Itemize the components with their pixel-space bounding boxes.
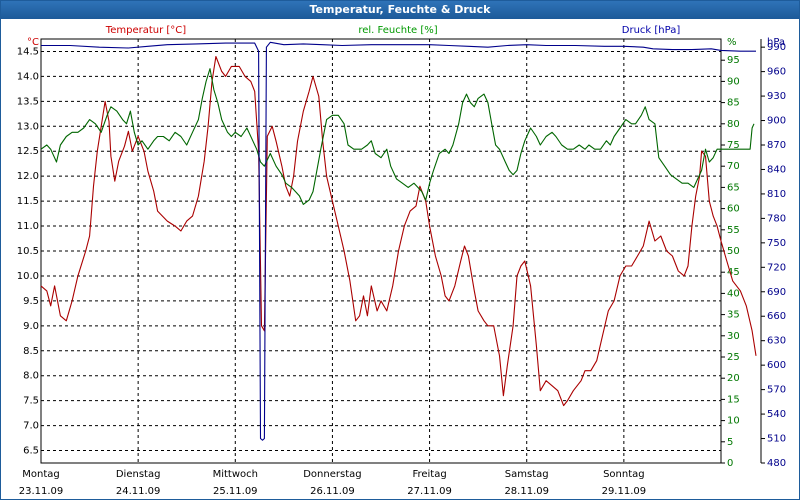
series-heading: Druck [hPa] [622, 25, 681, 36]
x-day-label: Montag [22, 469, 59, 480]
y-humidity-tick-label: 30 [727, 331, 740, 342]
y-humidity-tick-label: 90 [727, 76, 740, 87]
y-humidity-tick-label: 65 [727, 182, 740, 193]
x-date-label: 24.11.09 [116, 486, 161, 497]
y-left-tick-label: 7.5 [23, 396, 39, 407]
y-left-tick-label: 14.5 [17, 46, 39, 57]
y-humidity-tick-label: 5 [727, 437, 733, 448]
y-pressure-tick-label: 480 [767, 458, 786, 469]
y-left-tick-label: 11.0 [17, 221, 39, 232]
y-humidity-tick-label: 70 [727, 161, 740, 172]
x-date-label: 29.11.09 [602, 486, 647, 497]
y-pressure-tick-label: 510 [767, 434, 786, 445]
y-pressure-tick-label: 840 [767, 164, 786, 175]
chart-window: Temperatur, Feuchte & Druck 6.5 7.0 7.5 8.0… [0, 0, 800, 500]
y-humidity-tick-label: 55 [727, 225, 740, 236]
y-pressure-tick-label: 750 [767, 238, 786, 249]
series-heading: Temperatur [°C] [105, 25, 186, 36]
y-humidity-tick-label: 15 [727, 394, 740, 405]
y-left-tick-label: 11.5 [17, 196, 39, 207]
series-line-2 [41, 41, 756, 441]
x-date-label: 26.11.09 [310, 486, 355, 497]
chart-canvas: 6.5 7.0 7.5 8.0 8.5 9.0 9.5 10.0 10.5 11.0 11.5 12.… [17, 25, 786, 497]
x-day-label: Mittwoch [213, 469, 258, 480]
y-pressure-tick-label: 780 [767, 213, 786, 224]
y-humidity-tick-label: 85 [727, 98, 740, 109]
x-day-label: Donnerstag [303, 469, 361, 480]
y-pressure-tick-label: 540 [767, 409, 786, 420]
y-left-tick-label: 8.5 [23, 346, 39, 357]
y-left-tick-label: 10.5 [17, 246, 39, 257]
x-day-label: Freitag [412, 469, 446, 480]
y-pressure-tick-label: 930 [767, 91, 786, 102]
series-line-0 [40, 55, 757, 407]
y-humidity-tick-label: 25 [727, 352, 740, 363]
y-pressure-tick-label: 870 [767, 140, 786, 151]
y-pressure-tick-label: 570 [767, 385, 786, 396]
y-left-tick-label: 13.5 [17, 96, 39, 107]
y-left-tick-label: 13.0 [17, 121, 39, 132]
y-left-tick-label: 12.5 [17, 146, 39, 157]
y-pressure-tick-label: 900 [767, 116, 786, 127]
y-left-tick-label: 8.0 [23, 371, 39, 382]
y-left-tick-label: 9.0 [23, 321, 39, 332]
y-pressure-tick-label: 810 [767, 189, 786, 200]
temperature-unit: °C [27, 37, 39, 48]
x-date-label: 28.11.09 [504, 486, 549, 497]
y-humidity-tick-label: 60 [727, 204, 740, 215]
y-humidity-tick-label: 50 [727, 246, 740, 257]
x-date-label: 25.11.09 [213, 486, 258, 497]
y-pressure-tick-label: 630 [767, 336, 786, 347]
y-pressure-tick-label: 690 [767, 287, 786, 298]
y-pressure-tick-label: 660 [767, 311, 786, 322]
y-left-tick-label: 7.0 [23, 421, 39, 432]
y-humidity-tick-label: 40 [727, 288, 740, 299]
series-heading: rel. Feuchte [%] [358, 25, 437, 36]
x-day-label: Samstag [505, 469, 549, 480]
humidity-unit: % [727, 37, 737, 48]
series-line-1 [40, 68, 755, 205]
x-day-label: Sonntag [603, 469, 645, 480]
y-pressure-tick-label: 960 [767, 67, 786, 78]
x-date-label: 27.11.09 [407, 486, 452, 497]
y-left-tick-label: 12.0 [17, 171, 39, 182]
y-pressure-tick-label: 600 [767, 360, 786, 371]
y-left-tick-label: 14.0 [17, 71, 39, 82]
y-left-tick-label: 10.0 [17, 271, 39, 282]
y-humidity-tick-label: 35 [727, 310, 740, 321]
x-date-label: 23.11.09 [19, 486, 64, 497]
y-humidity-tick-label: 10 [727, 416, 740, 427]
y-humidity-tick-label: 80 [727, 119, 740, 130]
y-pressure-tick-label: 720 [767, 262, 786, 273]
y-humidity-tick-label: 95 [727, 55, 740, 66]
x-day-label: Dienstag [116, 469, 161, 480]
y-humidity-tick-label: 0 [727, 458, 733, 469]
y-left-tick-label: 6.5 [23, 446, 39, 457]
pressure-unit: hPa [767, 37, 785, 48]
y-humidity-tick-label: 20 [727, 373, 740, 384]
y-left-tick-label: 9.5 [23, 296, 39, 307]
